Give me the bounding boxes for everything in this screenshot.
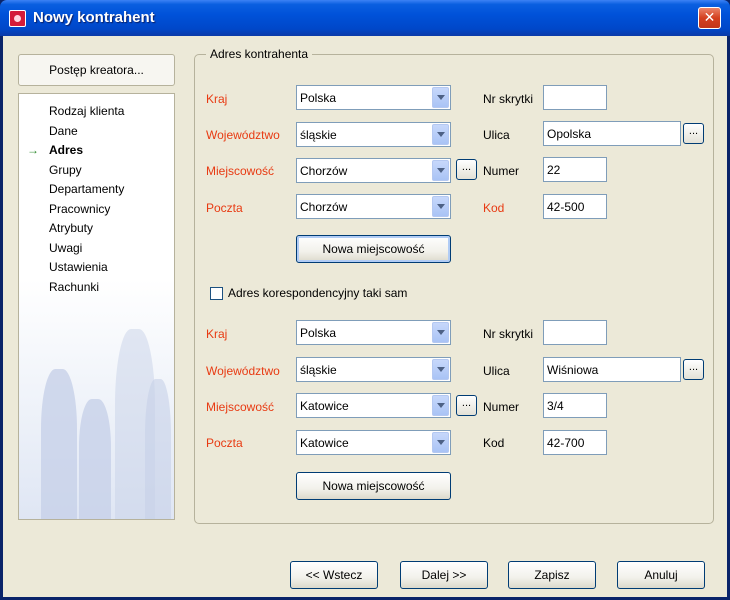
title-bar[interactable]: Nowy kontrahent ✕ — [0, 0, 730, 36]
corr-city-label: Miejscowość — [206, 400, 275, 414]
post-combo[interactable]: Chorzów — [296, 194, 451, 219]
corr-new-city-button[interactable]: Nowa miejscowość — [296, 472, 451, 500]
chevron-down-icon[interactable] — [432, 432, 449, 453]
chevron-down-icon[interactable] — [432, 196, 449, 217]
address-group-title: Adres kontrahenta — [206, 47, 313, 61]
dialog-client-area: Postęp kreatora... Rodzaj klienta Dane →… — [3, 36, 727, 597]
city-label: Miejscowość — [206, 164, 275, 178]
step-item-dane[interactable]: Dane — [19, 122, 174, 142]
chevron-down-icon[interactable] — [432, 87, 449, 108]
number-label: Numer — [483, 164, 520, 178]
code-label: Kod — [483, 201, 505, 215]
window-title: Nowy kontrahent — [33, 9, 155, 26]
street-label: Ulica — [483, 128, 510, 142]
current-step-arrow-icon: → — [27, 143, 39, 157]
corr-street-browse-button[interactable]: ... — [683, 359, 704, 380]
number-input[interactable]: 22 — [543, 157, 607, 182]
same-address-checkbox[interactable] — [210, 287, 223, 300]
corr-code-label: Kod — [483, 436, 505, 450]
same-address-label: Adres korespondencyjny taki sam — [228, 286, 408, 300]
save-button[interactable]: Zapisz — [508, 561, 596, 589]
step-item-departamenty[interactable]: Departamenty — [19, 180, 174, 200]
close-button[interactable]: ✕ — [698, 7, 721, 29]
po-box-input[interactable] — [543, 85, 607, 110]
chevron-down-icon[interactable] — [432, 160, 449, 181]
corr-country-label: Kraj — [206, 327, 228, 341]
corr-city-combo[interactable]: Katowice — [296, 393, 451, 418]
post-label: Poczta — [206, 201, 243, 215]
dialog-window: Nowy kontrahent ✕ Postęp kreatora... Rod… — [0, 0, 730, 600]
corr-country-combo[interactable]: Polska — [296, 320, 451, 345]
step-item-adres[interactable]: → Adres — [19, 141, 174, 161]
step-item-ustawienia[interactable]: Ustawienia — [19, 258, 174, 278]
step-item-grupy[interactable]: Grupy — [19, 161, 174, 181]
street-browse-button[interactable]: ... — [683, 123, 704, 144]
chevron-down-icon[interactable] — [432, 322, 449, 343]
step-item-pracownicy[interactable]: Pracownicy — [19, 200, 174, 220]
street-input[interactable]: Opolska — [543, 121, 681, 146]
postal-code-input[interactable]: 42-500 — [543, 194, 607, 219]
step-item-rodzaj-klienta[interactable]: Rodzaj klienta — [19, 102, 174, 122]
cancel-button[interactable]: Anuluj — [617, 561, 705, 589]
city-browse-button[interactable]: ... — [456, 159, 477, 180]
corr-postal-code-input[interactable]: 42-700 — [543, 430, 607, 455]
app-icon — [9, 10, 26, 27]
step-item-atrybuty[interactable]: Atrybuty — [19, 219, 174, 239]
back-button[interactable]: << Wstecz — [290, 561, 378, 589]
new-city-button[interactable]: Nowa miejscowość — [296, 235, 451, 263]
corr-po-box-input[interactable] — [543, 320, 607, 345]
corr-street-label: Ulica — [483, 364, 510, 378]
corr-number-input[interactable]: 3/4 — [543, 393, 607, 418]
wizard-steps-panel: Rodzaj klienta Dane → Adres Grupy Departa… — [18, 93, 175, 520]
province-label: Województwo — [206, 128, 280, 142]
corr-province-combo[interactable]: śląskie — [296, 357, 451, 382]
corr-po-box-label: Nr skrytki — [483, 327, 533, 341]
province-combo[interactable]: śląskie — [296, 122, 451, 147]
step-item-uwagi[interactable]: Uwagi — [19, 239, 174, 259]
decorative-background — [19, 279, 174, 519]
wizard-steps-list: Rodzaj klienta Dane → Adres Grupy Departa… — [19, 102, 174, 297]
wizard-progress-button[interactable]: Postęp kreatora... — [18, 54, 175, 86]
step-item-rachunki[interactable]: Rachunki — [19, 278, 174, 298]
corr-province-label: Województwo — [206, 364, 280, 378]
country-label: Kraj — [206, 92, 228, 106]
chevron-down-icon[interactable] — [432, 359, 449, 380]
corr-post-combo[interactable]: Katowice — [296, 430, 451, 455]
po-box-label: Nr skrytki — [483, 92, 533, 106]
corr-city-browse-button[interactable]: ... — [456, 395, 477, 416]
chevron-down-icon[interactable] — [432, 395, 449, 416]
country-combo[interactable]: Polska — [296, 85, 451, 110]
next-button[interactable]: Dalej >> — [400, 561, 488, 589]
corr-number-label: Numer — [483, 400, 520, 414]
city-combo[interactable]: Chorzów — [296, 158, 451, 183]
chevron-down-icon[interactable] — [432, 124, 449, 145]
corr-post-label: Poczta — [206, 436, 243, 450]
corr-street-input[interactable]: Wiśniowa — [543, 357, 681, 382]
